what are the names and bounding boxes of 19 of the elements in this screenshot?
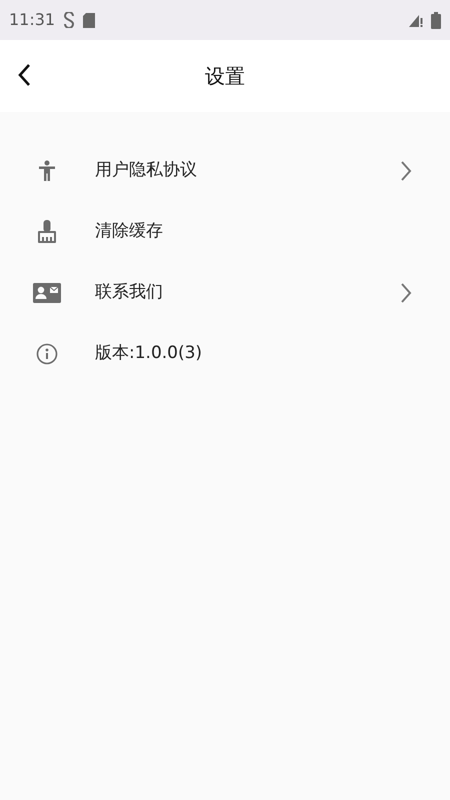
sync-icon bbox=[63, 12, 76, 28]
status-time: 11:31 bbox=[9, 9, 56, 31]
item-label: 版本:1.0.0(3) bbox=[95, 342, 202, 365]
settings-item[interactable]: 版本:1.0.0(3) bbox=[0, 323, 450, 384]
contact-card-icon bbox=[33, 282, 61, 302]
back-icon bbox=[17, 63, 31, 87]
sim-card-icon bbox=[83, 12, 96, 28]
settings-item[interactable]: 清除缓存 bbox=[0, 201, 450, 262]
page-title: 设置 bbox=[205, 63, 245, 90]
settings-item[interactable]: 联系我们 bbox=[0, 262, 450, 323]
accessibility-icon bbox=[37, 160, 57, 182]
signal-icon bbox=[409, 13, 423, 27]
brush-icon bbox=[36, 220, 58, 244]
battery-icon bbox=[431, 12, 441, 28]
item-label: 用户隐私协议 bbox=[95, 158, 197, 182]
info-icon bbox=[36, 342, 58, 364]
item-label: 清除缓存 bbox=[95, 220, 163, 243]
settings-item[interactable]: 用户隐私协议 bbox=[0, 140, 450, 201]
item-label: 联系我们 bbox=[95, 280, 163, 304]
